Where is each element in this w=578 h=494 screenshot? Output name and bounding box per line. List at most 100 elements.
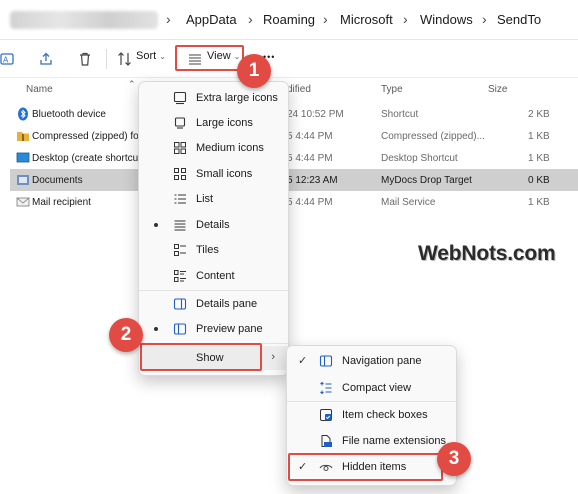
file-row-mail[interactable]: Mail recipient 5 4:44 PM Mail Service 1 … bbox=[10, 191, 578, 213]
menu-item-label: Preview pane bbox=[196, 323, 263, 335]
file-type: Compressed (zipped)... bbox=[381, 131, 485, 142]
file-size: 1 KB bbox=[528, 197, 550, 208]
selected-bullet-icon bbox=[154, 223, 158, 227]
mail-icon bbox=[16, 197, 30, 207]
sort-icon bbox=[118, 52, 131, 66]
file-row-compressed[interactable]: Compressed (zipped) fold 5 4:44 PM Compr… bbox=[10, 125, 578, 147]
file-type: MyDocs Drop Target bbox=[381, 175, 472, 186]
menu-item-file-name-extensions[interactable]: File name extensions bbox=[287, 429, 456, 453]
file-modified: 5 12:23 AM bbox=[287, 175, 338, 186]
menu-item-details[interactable]: Details bbox=[139, 213, 288, 237]
menu-item-content[interactable]: Content bbox=[139, 264, 288, 288]
file-name: Mail recipient bbox=[32, 197, 91, 208]
menu-item-compact-view[interactable]: Compact view bbox=[287, 376, 456, 400]
file-size: 1 KB bbox=[528, 153, 550, 164]
tiles-icon bbox=[174, 244, 186, 256]
callout-badge-3: 3 bbox=[437, 442, 471, 476]
menu-item-label: Small icons bbox=[196, 168, 253, 180]
bluetooth-icon bbox=[18, 107, 28, 121]
file-extension-icon bbox=[321, 435, 332, 447]
file-row-bluetooth[interactable]: Bluetooth device 24 10:52 PM Shortcut 2 … bbox=[10, 103, 578, 125]
zip-folder-icon bbox=[17, 132, 29, 141]
list-icon bbox=[174, 194, 186, 204]
rename-icon[interactable]: A bbox=[0, 51, 16, 67]
share-icon[interactable] bbox=[38, 51, 54, 67]
show-item-highlight bbox=[140, 343, 262, 371]
view-button-highlight bbox=[175, 45, 244, 71]
menu-item-list[interactable]: List bbox=[139, 187, 288, 211]
menu-divider bbox=[287, 401, 456, 402]
file-row-desktop[interactable]: Desktop (create shortcut) 5 4:44 PM Desk… bbox=[10, 147, 578, 169]
file-type: Shortcut bbox=[381, 109, 419, 120]
breadcrumb-separator-icon: › bbox=[248, 11, 253, 27]
file-name: Compressed (zipped) fold bbox=[32, 131, 147, 142]
menu-divider bbox=[139, 290, 288, 291]
breadcrumb-sendto[interactable]: SendTo bbox=[497, 12, 541, 27]
menu-item-preview-pane[interactable]: Preview pane bbox=[139, 317, 288, 341]
documents-icon bbox=[17, 175, 29, 185]
menu-item-label: Details pane bbox=[196, 298, 258, 310]
column-header-modified[interactable]: dified bbox=[287, 84, 311, 95]
file-modified: 5 4:44 PM bbox=[287, 131, 333, 142]
address-bar[interactable]: › AppData › Roaming › Microsoft › Window… bbox=[0, 0, 578, 40]
desktop-icon bbox=[16, 152, 30, 163]
breadcrumb-separator-icon: › bbox=[323, 11, 328, 27]
navigation-pane-icon bbox=[319, 355, 333, 367]
menu-item-tiles[interactable]: Tiles bbox=[139, 238, 288, 262]
menu-item-large-icons[interactable]: Large icons bbox=[139, 111, 288, 135]
chevron-down-icon: ⌄ bbox=[159, 52, 166, 61]
breadcrumb-appdata[interactable]: AppData bbox=[186, 12, 237, 27]
menu-item-label: Extra large icons bbox=[196, 92, 278, 104]
menu-item-label: List bbox=[196, 193, 214, 205]
file-modified: 5 4:44 PM bbox=[287, 153, 333, 164]
command-bar: A Sort ⌄ View ⌄ ••• bbox=[0, 40, 578, 78]
menu-item-medium-icons[interactable]: Medium icons bbox=[139, 136, 288, 160]
file-name: Desktop (create shortcut) bbox=[32, 153, 145, 164]
menu-item-label: Large icons bbox=[196, 117, 253, 129]
menu-item-label: Medium icons bbox=[196, 142, 264, 154]
check-box-icon bbox=[320, 409, 332, 421]
menu-item-label: Tiles bbox=[196, 244, 219, 256]
details-pane-icon bbox=[173, 298, 187, 310]
column-header-size[interactable]: Size bbox=[488, 84, 507, 95]
delete-icon[interactable] bbox=[77, 51, 93, 67]
menu-item-details-pane[interactable]: Details pane bbox=[139, 292, 288, 316]
view-menu: Extra large icons Large icons Medium ico… bbox=[138, 81, 289, 376]
blurred-path-segment bbox=[10, 11, 158, 29]
file-row-documents[interactable]: Documents 5 12:23 AM MyDocs Drop Target … bbox=[10, 169, 578, 191]
file-name: Bluetooth device bbox=[32, 109, 106, 120]
file-type: Mail Service bbox=[381, 197, 436, 208]
file-type: Desktop Shortcut bbox=[381, 153, 458, 164]
preview-pane-icon bbox=[173, 323, 187, 335]
menu-item-item-check-boxes[interactable]: Item check boxes bbox=[287, 403, 456, 427]
medium-icons-icon bbox=[174, 142, 186, 154]
content-icon bbox=[174, 270, 186, 282]
callout-badge-1: 1 bbox=[237, 54, 271, 88]
compact-view-icon bbox=[320, 381, 332, 395]
breadcrumb-roaming[interactable]: Roaming bbox=[263, 12, 315, 27]
file-name: Documents bbox=[32, 175, 83, 186]
column-header-type[interactable]: Type bbox=[381, 84, 403, 95]
large-icons-icon bbox=[174, 117, 186, 129]
menu-item-label: File name extensions bbox=[342, 435, 446, 447]
column-header-name[interactable]: Name bbox=[26, 84, 53, 95]
menu-item-extra-large-icons[interactable]: Extra large icons bbox=[139, 86, 288, 110]
watermark: WebNots.com bbox=[418, 242, 556, 265]
svg-text:A: A bbox=[3, 56, 9, 65]
callout-badge-2: 2 bbox=[109, 318, 143, 352]
small-icons-icon bbox=[174, 168, 186, 180]
file-modified: 24 10:52 PM bbox=[287, 109, 344, 120]
menu-item-small-icons[interactable]: Small icons bbox=[139, 162, 288, 186]
toolbar-divider bbox=[106, 49, 107, 69]
column-header-row: Name ⌃ dified Type Size bbox=[0, 78, 578, 100]
breadcrumb-windows[interactable]: Windows bbox=[420, 12, 473, 27]
file-size: 1 KB bbox=[528, 131, 550, 142]
file-modified: 5 4:44 PM bbox=[287, 197, 333, 208]
menu-item-navigation-pane[interactable]: ✓ Navigation pane bbox=[287, 349, 456, 373]
sort-label: Sort bbox=[136, 50, 157, 62]
sort-button[interactable]: Sort ⌄ bbox=[136, 50, 166, 62]
menu-item-label: Compact view bbox=[342, 382, 412, 394]
menu-item-label: Item check boxes bbox=[342, 409, 428, 421]
menu-item-label: Content bbox=[196, 270, 235, 282]
breadcrumb-microsoft[interactable]: Microsoft bbox=[340, 12, 393, 27]
